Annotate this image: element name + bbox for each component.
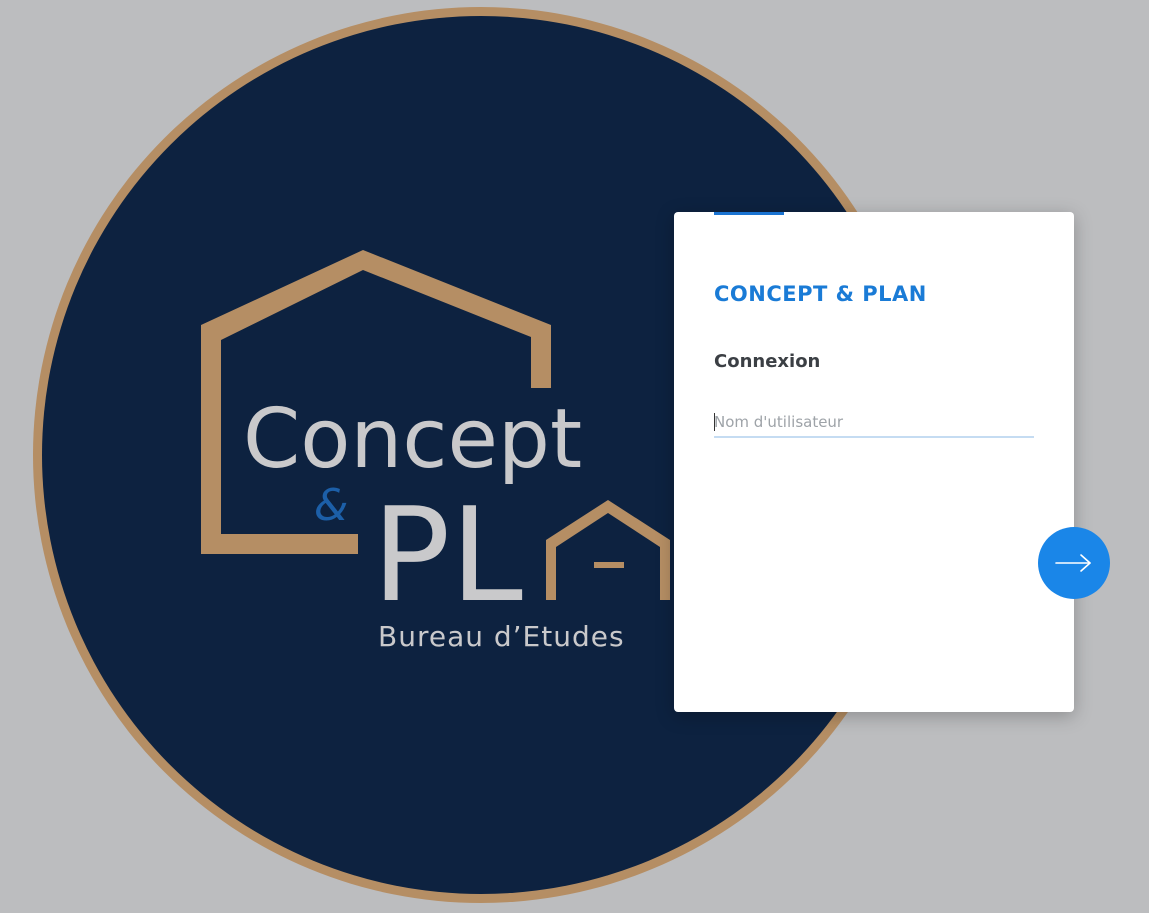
arrow-right-icon bbox=[1055, 554, 1091, 572]
login-heading: Connexion bbox=[714, 351, 821, 372]
login-card: CONCEPT & PLAN Connexion bbox=[674, 212, 1074, 712]
logo-tagline-text: Bureau d’Etudes bbox=[378, 620, 625, 653]
card-accent-bar bbox=[714, 212, 784, 215]
submit-button[interactable] bbox=[1038, 527, 1110, 599]
brand-title: CONCEPT & PLAN bbox=[714, 282, 927, 306]
username-input[interactable] bbox=[714, 408, 1034, 438]
logo-ampersand-text: & bbox=[314, 480, 348, 531]
text-caret bbox=[714, 413, 715, 431]
logo-small-house-dash bbox=[594, 562, 624, 568]
logo-small-house bbox=[546, 500, 670, 600]
login-page: Concept & PL Bureau d’Etudes CONCEPT & P… bbox=[0, 0, 1149, 913]
logo-pl-text: PL bbox=[372, 479, 523, 631]
logo-concept-text: Concept bbox=[243, 392, 582, 487]
